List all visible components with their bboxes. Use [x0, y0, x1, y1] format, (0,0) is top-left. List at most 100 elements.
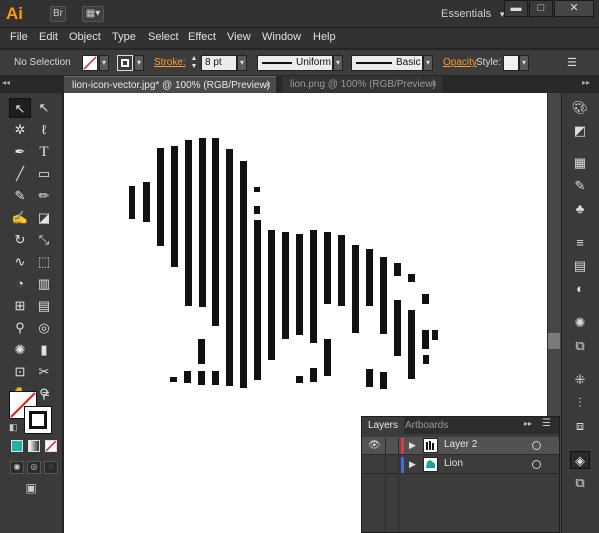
stroke-label[interactable]: Stroke: [154, 55, 186, 71]
shape-builder-icon[interactable]: ◔ [9, 274, 31, 294]
perspective-grid-icon[interactable]: ▥ [33, 274, 55, 294]
minimize-button[interactable]: ▬ [504, 0, 528, 17]
menu-file[interactable]: File [10, 31, 28, 43]
panel-menu-icon[interactable]: ☰ [567, 55, 583, 71]
layers-panel-icon[interactable]: ◈ [570, 451, 590, 469]
profile-dropdown[interactable]: ▾ [333, 55, 343, 71]
variable-width-profile[interactable]: Uniform [257, 55, 333, 71]
brushes-icon[interactable]: ✎ [570, 177, 590, 195]
expand-arrow-icon[interactable]: ▶ [409, 459, 416, 470]
align-icon[interactable]: ⫶ [570, 394, 590, 412]
close-button[interactable]: ✕ [554, 0, 594, 17]
selection-tool-icon[interactable]: ↖ [9, 98, 31, 118]
workspace-switcher[interactable]: Essentials ▼ [441, 8, 506, 20]
warp-icon[interactable]: ∿ [9, 252, 31, 272]
layer-name[interactable]: Lion [444, 458, 463, 469]
stroke-swatch[interactable] [117, 55, 133, 71]
tab-layers[interactable]: Layers [362, 417, 405, 434]
magic-wand-icon[interactable]: ✲ [9, 120, 31, 140]
close-icon[interactable]: × [265, 77, 271, 94]
gradient-panel-icon[interactable]: ▤ [570, 257, 590, 275]
collapse-toolbox-icon[interactable]: ◂◂ [2, 78, 14, 90]
blob-brush-icon[interactable]: ✍ [9, 208, 31, 228]
swatches-icon[interactable]: ▦ [570, 154, 590, 172]
line-icon[interactable]: ╱ [9, 164, 31, 184]
default-fill-stroke-icon[interactable]: ◧ [9, 422, 21, 434]
draw-inside-icon[interactable]: ◌ [44, 461, 58, 474]
layer-row-lion[interactable]: ▶ Lion [362, 456, 559, 474]
color-guide-icon[interactable]: ◩ [570, 122, 590, 140]
target-circle-icon[interactable] [532, 460, 541, 469]
tab-artboards[interactable]: Artboards [399, 417, 454, 434]
stroke-color-dropdown[interactable]: ▾ [134, 55, 144, 71]
none-mode-icon[interactable] [45, 440, 57, 452]
arrange-documents-icon[interactable]: ▦▾ [82, 6, 104, 22]
screen-mode-icon[interactable]: ▣ [20, 481, 42, 497]
pen-icon[interactable]: ✒ [9, 142, 31, 162]
gradient-icon[interactable]: ▤ [33, 296, 55, 316]
scale-icon[interactable]: ⤡ [33, 230, 55, 250]
fill-swatch[interactable] [82, 55, 98, 71]
gradient-mode-icon[interactable] [28, 440, 40, 452]
collapse-panel-icon[interactable]: ▸▸ [524, 419, 532, 428]
column-graph-icon[interactable]: ▮ [33, 340, 55, 360]
pathfinder-icon[interactable]: ⧈ [570, 417, 590, 435]
type-icon[interactable]: T [33, 142, 55, 162]
fill-dropdown[interactable]: ▾ [99, 55, 109, 71]
color-mode-icon[interactable] [11, 440, 23, 452]
close-icon[interactable]: × [431, 76, 437, 93]
tab-lion-png[interactable]: lion.png @ 100% (RGB/Preview) × [282, 76, 442, 93]
transform-icon[interactable]: ⁜ [570, 371, 590, 389]
draw-normal-icon[interactable]: ◉ [10, 461, 24, 474]
swap-fill-stroke-icon[interactable]: ⇄ [42, 389, 54, 401]
menu-window[interactable]: Window [262, 31, 301, 43]
eraser-icon[interactable]: ◪ [33, 208, 55, 228]
style-dropdown[interactable]: ▾ [519, 55, 529, 71]
brush-definition[interactable]: Basic [351, 55, 423, 71]
panel-menu-icon[interactable]: ☰ [542, 418, 551, 429]
stroke-weight-dropdown[interactable]: ▾ [237, 55, 247, 71]
eyedropper-icon[interactable]: ⚲ [9, 318, 31, 338]
menu-select[interactable]: Select [148, 31, 179, 43]
transparency-icon[interactable]: ◐ [570, 280, 590, 298]
color-icon[interactable]: 🎨︎ [570, 99, 590, 117]
stroke-icon[interactable]: ≡ [570, 234, 590, 252]
lock-toggle[interactable] [385, 438, 399, 454]
slice-icon[interactable]: ✂ [33, 362, 55, 382]
graphic-styles-icon[interactable]: ⧉ [570, 337, 590, 355]
expand-dock-icon[interactable]: ▸▸ [582, 78, 596, 90]
lasso-icon[interactable]: ℓ [33, 120, 55, 140]
expand-arrow-icon[interactable]: ▶ [409, 440, 416, 451]
menu-view[interactable]: View [227, 31, 251, 43]
paintbrush-icon[interactable]: ✎ [9, 186, 31, 206]
menu-edit[interactable]: Edit [39, 31, 58, 43]
menu-effect[interactable]: Effect [188, 31, 216, 43]
opacity-label[interactable]: Opacity [443, 55, 477, 71]
draw-behind-icon[interactable]: ◎ [27, 461, 41, 474]
layer-row-layer-2[interactable]: 👁︎ ▶ Layer 2 [362, 437, 559, 455]
stroke-color-swatch[interactable] [24, 406, 52, 434]
scrollbar-thumb[interactable] [548, 333, 560, 349]
mesh-icon[interactable]: ⊞ [9, 296, 31, 316]
artboards-panel-icon[interactable]: ⧉ [570, 474, 590, 492]
artboard-icon[interactable]: ⊡ [9, 362, 31, 382]
rectangle-icon[interactable]: ▭ [33, 164, 55, 184]
graphic-style-swatch[interactable] [503, 55, 519, 71]
bridge-icon[interactable]: Br [50, 6, 66, 22]
direct-selection-tool-icon[interactable]: ↖ [33, 98, 55, 118]
stroke-stepper[interactable]: ▲ ▼ [188, 55, 200, 71]
free-transform-icon[interactable]: ⬚ [33, 252, 55, 272]
layer-name[interactable]: Layer 2 [444, 439, 477, 450]
menu-object[interactable]: Object [69, 31, 101, 43]
visibility-eye-icon[interactable]: 👁︎ [368, 440, 382, 452]
stroke-weight-field[interactable]: 8 pt [201, 55, 237, 71]
menu-type[interactable]: Type [112, 31, 136, 43]
target-circle-icon[interactable] [532, 441, 541, 450]
tab-lion-icon-vector[interactable]: lion-icon-vector.jpg* @ 100% (RGB/Previe… [64, 76, 276, 93]
appearance-icon[interactable]: ✺ [570, 314, 590, 332]
symbol-sprayer-icon[interactable]: ✺ [9, 340, 31, 360]
rotate-icon[interactable]: ↻ [9, 230, 31, 250]
symbols-icon[interactable]: ♣ [570, 200, 590, 218]
brush-dropdown[interactable]: ▾ [423, 55, 433, 71]
blend-icon[interactable]: ◎ [33, 318, 55, 338]
